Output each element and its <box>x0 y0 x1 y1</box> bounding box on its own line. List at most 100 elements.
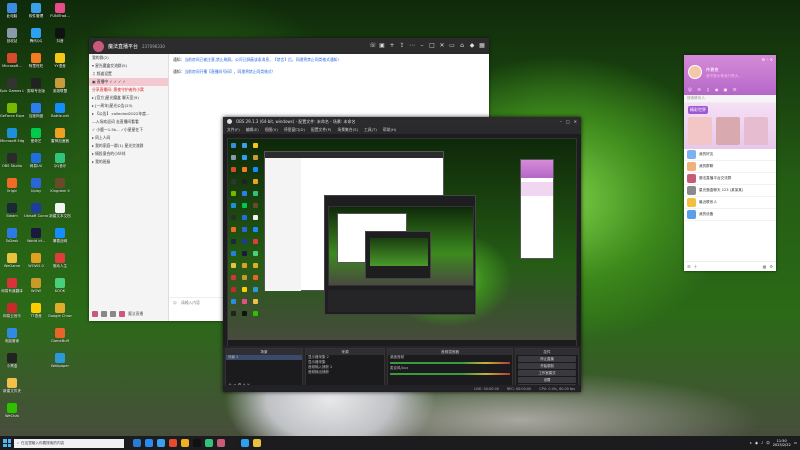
channel-item[interactable]: ▸ 我的班级 <box>89 158 168 166</box>
channel-item[interactable]: —入场欢迎词 去直播间看看 <box>89 118 168 126</box>
desktop-icon[interactable]: Battle.net <box>48 102 72 124</box>
channel-item[interactable]: ▣ 直播中 ✓ ✓ ✓ ✓ <box>89 78 168 86</box>
desktop-icon[interactable]: Epic Games Launcher <box>0 77 24 99</box>
video-icon[interactable]: ▣ <box>379 43 385 49</box>
ime-icon[interactable]: 中 <box>766 441 770 446</box>
desktop-icon[interactable]: 新建文本文档 <box>48 202 72 224</box>
contact-row[interactable]: 最近联系人 <box>684 197 776 209</box>
taskbar-app-icon[interactable] <box>169 439 177 447</box>
desktop-icon[interactable]: 腾讯QQ <box>24 27 48 49</box>
desktop-icon[interactable]: 驱动人生 <box>48 252 72 274</box>
desktop-icon[interactable]: Microsoft Edge <box>0 127 24 149</box>
desktop-icon[interactable]: 爱奇艺 <box>24 127 48 149</box>
desktop-icon[interactable]: Origin <box>0 177 24 199</box>
obs-window[interactable]: OBS 29.1.3 (64-bit, windows) - 配置文件: 未命名… <box>223 117 581 392</box>
contacts-search[interactable]: 搜索联系人 <box>684 95 776 103</box>
desktop-icon[interactable]: GeForce Experience <box>0 102 24 124</box>
channel-item[interactable]: ▸ 我的家庭一群(1) 星光交流群 <box>89 142 168 150</box>
close-icon[interactable]: ✕ <box>574 119 577 124</box>
tray-chevron-icon[interactable]: ∧ <box>749 441 752 445</box>
desktop-icon[interactable]: Microsoft... <box>0 52 24 74</box>
contact-row[interactable]: 我的群聊 <box>684 161 776 173</box>
minimize-icon[interactable]: – <box>560 119 562 124</box>
group-avatar[interactable] <box>93 40 104 52</box>
chat-titlebar[interactable]: 魔法直播平台 237096330 ☏ ▣ + ⇪ ⋯ – □ ✕ ▭ ⌂ ◆ ▦ <box>89 38 489 54</box>
settings-button[interactable]: 设置 <box>518 377 576 383</box>
desktop-icon[interactable]: 英雄联盟 <box>48 77 72 99</box>
desktop-icon[interactable]: Google Chrome <box>48 302 72 324</box>
network-icon[interactable]: ◉ <box>755 441 758 445</box>
contact-row[interactable]: 我的设备 <box>684 209 776 221</box>
maximize-icon[interactable]: □ <box>429 43 435 49</box>
channel-item[interactable]: ▸ 【公告】 collected2022年度... <box>89 110 168 118</box>
monitor-icon[interactable]: ▭ <box>449 43 455 49</box>
menu-item[interactable]: 配置文件(P) <box>311 127 331 133</box>
desktop-icon[interactable]: 网易云音乐 <box>0 302 24 324</box>
contacts-panel[interactable]: ⚙ – ✕ 仲夏夜 我不是大神我只是大... ☺ ✉ ♫ ◉ ▣ ☰ 搜索联系人… <box>684 55 776 271</box>
user-avatar[interactable] <box>688 65 702 79</box>
stop-streaming-button[interactable]: 停止直播 <box>518 356 576 362</box>
scene-item[interactable]: 场景 2 <box>226 355 302 360</box>
desktop-icon[interactable]: 暴雪战网 <box>48 227 72 249</box>
menu-item[interactable]: 帮助(H) <box>383 127 396 133</box>
channel-tree[interactable]: 我的群(2) ▾ 星光魔盒交流群(5) ♫ 频道设置 ▣ 直播中 ✓ ✓ ✓ ✓ 分… <box>89 54 169 321</box>
user-avatar-icon[interactable] <box>92 311 98 317</box>
desktop-icon[interactable]: 软件管理 <box>24 2 48 24</box>
home-icon[interactable]: ⌂ <box>459 43 465 49</box>
clock[interactable]: 11:50 2023/2/22 <box>773 439 791 448</box>
channel-item[interactable]: ▸ [官方]星光魔盒 聊天室(9) <box>89 94 168 102</box>
desktop-icon[interactable]: 阿里旺旺 <box>24 52 48 74</box>
desktop-icon[interactable]: 小黑盒 <box>0 352 24 374</box>
share-icon[interactable]: ⇪ <box>399 43 405 49</box>
channel-item[interactable]: 分享直播间: 黑夜守护者的小窝 <box>89 86 168 94</box>
taskbar-app-icon[interactable] <box>145 439 153 447</box>
taskbar-app-icon[interactable] <box>133 439 141 447</box>
menu-item[interactable]: 文件(F) <box>227 127 240 133</box>
obs-preview[interactable] <box>227 138 577 347</box>
menu-item[interactable]: 编辑(E) <box>246 127 259 133</box>
channel-item[interactable]: ♫ 频道设置 <box>89 70 168 78</box>
live-icon[interactable] <box>119 311 125 317</box>
grid-icon[interactable]: ▦ <box>479 43 485 49</box>
volume-icon[interactable]: ♪ <box>761 441 763 445</box>
desktop-icon[interactable]: 新建文件夹 <box>0 377 24 399</box>
desktop-icon[interactable]: Kingdom II <box>48 177 72 199</box>
add-user-icon[interactable]: + <box>389 43 395 49</box>
close-icon[interactable]: ✕ <box>439 43 445 49</box>
desktop-icon[interactable]: 网易UU <box>24 152 48 174</box>
taskbar-search[interactable]: ⌕ 在这里输入你要搜索的内容 <box>14 438 124 448</box>
desktop-icon[interactable]: 此电脑 <box>0 2 24 24</box>
desktop-icon[interactable]: ToDesk <box>0 227 24 249</box>
desktop-icon[interactable]: WOW5.0 <box>24 252 48 274</box>
taskbar-app-icon[interactable] <box>229 439 237 447</box>
desktop-icon[interactable]: 剪映专业版 <box>24 77 48 99</box>
mic-audio-meter[interactable] <box>390 373 510 375</box>
phone-icon[interactable]: ☏ <box>369 43 377 49</box>
source-item[interactable]: 音频输出捕获 <box>306 370 384 375</box>
speaker-icon[interactable] <box>110 311 116 317</box>
desktop-icon[interactable]: Steam <box>0 202 24 224</box>
taskbar-app-icon[interactable] <box>157 439 165 447</box>
menu-item[interactable]: 停靠窗口(D) <box>284 127 305 133</box>
taskbar-app-icon[interactable] <box>217 439 225 447</box>
promo-banner[interactable]: 精彩世界 <box>684 103 776 149</box>
taskbar-app-icon[interactable] <box>253 439 261 447</box>
channel-item[interactable]: ✓ 小鹿一1.5k... ✓小星星在下 <box>89 126 168 134</box>
desktop-icon[interactable]: World of... <box>24 227 48 249</box>
channel-item[interactable]: ▸ 情投意合的小伙伴 <box>89 150 168 158</box>
mic-icon[interactable] <box>101 311 107 317</box>
channel-item[interactable]: ▸ [一周年]星光公告(23) <box>89 102 168 110</box>
mixer-dock[interactable]: 音频混音器 桌面音频 麦克风/Aux <box>387 348 513 390</box>
taskbar-app-icon[interactable] <box>181 439 189 447</box>
desktop-icon[interactable]: Wallpaper <box>48 352 72 374</box>
desktop-icon[interactable]: 抖音 <box>48 27 72 49</box>
desktop-icon[interactable]: 电脑管家 <box>0 327 24 349</box>
contact-row[interactable]: 我的好友 <box>684 149 776 161</box>
channel-item[interactable]: ▸ 同上人间 <box>89 134 168 142</box>
taskbar-app-icon[interactable] <box>205 439 213 447</box>
desktop-icon[interactable]: Ubisoft Connect <box>24 202 48 224</box>
taskbar-app-icon[interactable] <box>193 439 201 447</box>
window-controls[interactable]: ⚙ – ✕ <box>762 57 773 62</box>
desktop-icon[interactable]: YY语音 <box>48 52 72 74</box>
more-icon[interactable]: ⋯ <box>409 43 415 49</box>
